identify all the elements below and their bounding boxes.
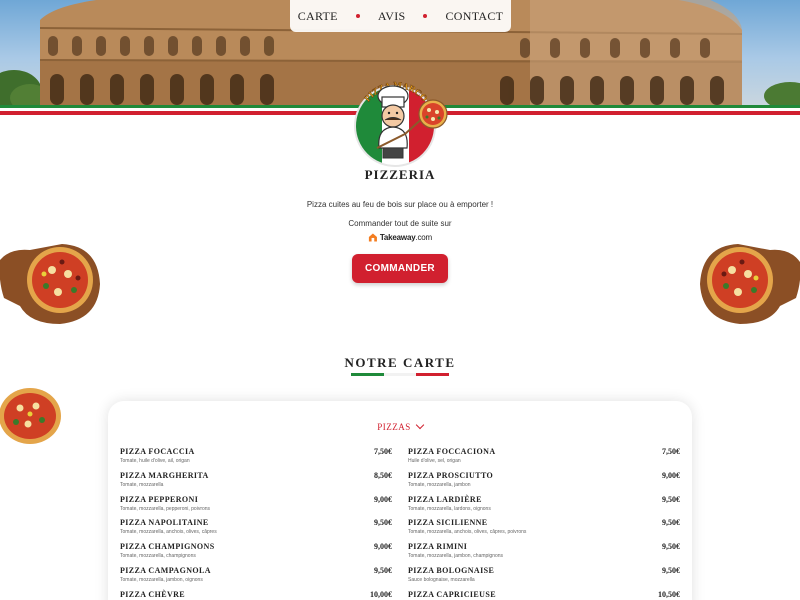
menu-item-name: PIZZA CHAMPIGNONS bbox=[120, 542, 215, 552]
order-note: Commander tout de suite sur bbox=[348, 219, 452, 228]
chef-logo-icon: PIZZA MARCO bbox=[354, 80, 448, 167]
takeaway-link[interactable]: Takeaway.com bbox=[368, 230, 432, 244]
takeaway-logo-text: Takeaway.com bbox=[379, 232, 432, 242]
menu-item-description: Huile d'olive, sel, origan bbox=[408, 458, 461, 464]
menu-item: PIZZA BOLOGNAISE 9,50€ Sauce bolognaise, m… bbox=[408, 566, 680, 590]
nav-avis[interactable]: AVIS bbox=[378, 9, 406, 24]
menu-item-price: 9,50€ bbox=[662, 565, 680, 575]
menu-item: PIZZA FOCACCIA 7,50€ Tomate, huile d'olive… bbox=[120, 447, 392, 471]
category-pizzas-toggle[interactable]: PIZZAS bbox=[0, 420, 800, 432]
menu-item-price: 9,00€ bbox=[374, 494, 392, 504]
menu-item-description: Tomate, mozzarella, champignons bbox=[120, 553, 196, 560]
logo-name: PIZZERIA bbox=[364, 167, 436, 182]
tagline: Pizza cuites au feu de bois sur place ou… bbox=[306, 200, 494, 209]
menu-item-price: 9,50€ bbox=[662, 494, 680, 504]
nav-separator-dot bbox=[355, 14, 360, 18]
menu-item: PIZZA SICILIENNE 9,50€ Tomate, mozzarella,… bbox=[408, 518, 680, 542]
menu-item-name: PIZZA FOCCACIONA bbox=[408, 447, 496, 456]
top-nav: CARTE AVIS CONTACT bbox=[290, 0, 511, 32]
menu-item-name: PIZZA PROSCIUTTO bbox=[408, 470, 494, 480]
nav-separator-dot bbox=[423, 14, 428, 18]
menu-item: PIZZA CAMPAGNOLA 9,50€ Tomate, mozzarella,… bbox=[120, 566, 392, 590]
commander-button[interactable]: COMMANDER bbox=[352, 254, 448, 283]
menu-item-price: 10,00€ bbox=[370, 589, 392, 599]
menu-item: PIZZA PEPPERONI 9,00€ Tomate, mozzarella, … bbox=[120, 495, 392, 519]
menu-item-description: Tomate, mozzarella, jambon, champignons bbox=[408, 553, 504, 560]
pizza-board-right-icon bbox=[700, 244, 800, 324]
menu-item: PIZZA FOCCACIONA 7,50€ Huile d'olive, sel,… bbox=[408, 447, 680, 471]
menu-item-description: Tomate, mozzarella, anchois, olives, câp… bbox=[408, 529, 527, 536]
menu-item-price: 9,50€ bbox=[662, 518, 680, 528]
menu-item: PIZZA LARDIÈRE 9,50€ Tomate, mozzarella, l… bbox=[408, 495, 680, 519]
menu-item: PIZZA NAPOLITAINE 9,50€ Tomate, mozzarella… bbox=[120, 518, 392, 542]
menu-item-name: PIZZA RIMINI bbox=[408, 542, 468, 552]
menu-item: PIZZA CHÈVRE 10,00€ bbox=[120, 590, 392, 600]
category-label: PIZZAS bbox=[377, 422, 411, 432]
menu-item-price: 9,50€ bbox=[662, 542, 680, 552]
pizza-board-left-icon bbox=[0, 244, 100, 324]
logo[interactable]: PIZZA MARCO bbox=[347, 68, 453, 168]
menu-item-price: 9,00€ bbox=[374, 542, 392, 552]
menu-column-right: PIZZA FOCCACIONA 7,50€ Huile d'olive, sel,… bbox=[408, 447, 680, 600]
menu-item-description: Tomate, mozzarella, jambon, oignons bbox=[120, 576, 203, 583]
menu-item-price: 8,50€ bbox=[374, 470, 392, 480]
menu-item-name: PIZZA LARDIÈRE bbox=[408, 494, 482, 504]
menu-item-description: Tomate, mozzarella, lardons, oignons bbox=[408, 505, 491, 512]
menu-item-name: PIZZA CAMPAGNOLA bbox=[120, 565, 211, 575]
menu-item: PIZZA MARGHERITA 8,50€ Tomate, mozzarella bbox=[120, 471, 392, 495]
menu-item-price: 9,00€ bbox=[662, 470, 680, 480]
menu-item-name: PIZZA MARGHERITA bbox=[120, 470, 209, 480]
section-title-carte: NOTRE CARTE bbox=[344, 355, 456, 370]
menu-item-description: Tomate, mozzarella bbox=[120, 481, 164, 488]
takeaway-house-icon bbox=[368, 232, 377, 242]
nav-contact[interactable]: CONTACT bbox=[445, 9, 503, 24]
menu-item-name: PIZZA NAPOLITAINE bbox=[120, 518, 209, 528]
menu-item-name: PIZZA PEPPERONI bbox=[120, 494, 199, 504]
menu-item-price: 7,50€ bbox=[662, 447, 680, 456]
menu-item-name: PIZZA FOCACCIA bbox=[120, 447, 195, 456]
menu-item-description: Tomate, mozzarella, anchois, olives, câp… bbox=[120, 529, 217, 536]
menu-column-left: PIZZA FOCACCIA 7,50€ Tomate, huile d'olive… bbox=[120, 447, 392, 600]
menu-item-description: Tomate, huile d'olive, ail, origan bbox=[120, 458, 190, 464]
menu-item: PIZZA CAPRICIEUSE 10,50€ bbox=[408, 590, 680, 600]
chevron-down-icon bbox=[415, 420, 424, 430]
menu-item: PIZZA RIMINI 9,50€ Tomate, mozzarella, jam… bbox=[408, 542, 680, 566]
menu-item-price: 9,50€ bbox=[374, 518, 392, 528]
tricolor-underline bbox=[351, 373, 450, 376]
menu-item-name: PIZZA SICILIENNE bbox=[408, 518, 488, 528]
menu-item: PIZZA PROSCIUTTO 9,00€ Tomate, mozzarella,… bbox=[408, 471, 680, 495]
menu-item-price: 7,50€ bbox=[374, 447, 392, 456]
menu-item: PIZZA CHAMPIGNONS 9,00€ Tomate, mozzarella… bbox=[120, 542, 392, 566]
menu-item-price: 10,50€ bbox=[658, 589, 680, 599]
menu-item-name: PIZZA BOLOGNAISE bbox=[408, 565, 495, 575]
menu-item-description: Tomate, mozzarella, pepperoni, poivrons bbox=[120, 505, 211, 512]
menu-item-name: PIZZA CAPRICIEUSE bbox=[408, 589, 496, 599]
menu-item-name: PIZZA CHÈVRE bbox=[120, 589, 186, 599]
menu-item-description: Tomate, mozzarella, jambon bbox=[408, 481, 471, 488]
nav-carte[interactable]: CARTE bbox=[298, 9, 338, 24]
menu-item-description: Sauce bolognaise, mozzarella bbox=[408, 576, 475, 583]
pizza-slice-left-icon bbox=[0, 388, 61, 444]
menu-item-price: 9,50€ bbox=[374, 565, 392, 575]
